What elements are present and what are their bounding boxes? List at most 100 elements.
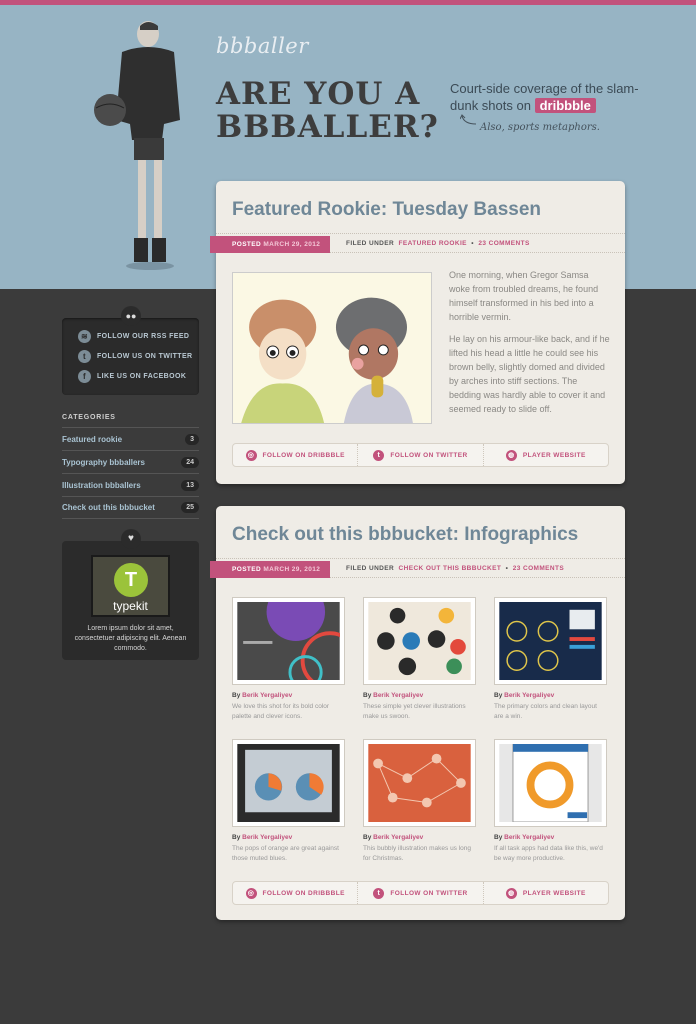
curved-arrow-icon [460,114,477,125]
shot-image [368,602,471,680]
shot-author[interactable]: Berik Yergaliyev [242,834,292,841]
shot-author[interactable]: Berik Yergaliyev [373,834,423,841]
twitter-label: FOLLOW US ON TWITTER [97,353,193,360]
category-label: Featured rookie [62,434,123,444]
twitter-link[interactable]: t FOLLOW US ON TWITTER [78,350,193,363]
shot-image [237,744,340,822]
filed-label: FILED UNDER [346,565,395,572]
globe-icon: ◍ [505,449,517,461]
dribbble-icon: ◎ [245,887,257,899]
post-filing: FILED UNDER CHECK OUT THIS BBBUCKET • 23… [346,565,565,572]
follow-twitter-button[interactable]: t FOLLOW ON TWITTER [358,882,484,904]
shot-image [499,602,602,680]
category-label: Typography bbballers [62,457,145,467]
aside-note: Also, sports metaphors. [480,122,600,133]
category-item[interactable]: Check out this bbbucket 25 [62,496,199,519]
category-label: Illustration bbballers [62,480,141,490]
by-label: By [494,692,503,699]
post-title[interactable]: Featured Rookie: Tuesday Bassen [232,199,541,221]
typekit-brand: typekit [113,599,148,613]
heart-icon: ♥ [121,529,141,549]
shot-byline: By Berik Yergaliyev [363,692,423,699]
comments-link[interactable]: 23 COMMENTS [478,240,529,247]
facebook-icon: f [78,370,91,383]
rss-icon: ≋ [78,330,91,343]
by-label: By [232,692,241,699]
post-card-featured: Featured Rookie: Tuesday Bassen POSTED M… [210,181,625,484]
site-logo[interactable]: bbballer [216,34,309,58]
post-date: MARCH 29, 2012 [263,566,321,573]
posted-label: POSTED [232,241,262,248]
shot-image [368,744,471,822]
player-website-label: PLAYER WEBSITE [522,889,586,897]
shot-thumbnail[interactable] [363,739,476,827]
globe-icon: ◍ [505,887,517,899]
follow-dribbble-label: FOLLOW ON DRIBBBLE [262,889,345,897]
category-item[interactable]: Featured rookie 3 [62,427,199,450]
twitter-bird-icon: t [373,449,385,461]
shot-thumbnail[interactable] [232,739,345,827]
category-item[interactable]: Illustration bbballers 13 [62,473,199,496]
shot-description: The primary colors and clean layout are … [494,703,597,720]
post-category-link[interactable]: FEATURED ROOKIE [399,240,467,247]
shot-byline: By Berik Yergaliyev [494,834,554,841]
comments-link[interactable]: 23 COMMENTS [513,565,564,572]
shot-author[interactable]: Berik Yergaliyev [504,834,554,841]
dribbble-icon: ◎ [245,449,257,461]
typekit-ad[interactable]: T typekit [91,555,170,617]
twitter-icon: t [78,350,91,363]
headline-line-1: ARE YOU A [216,76,421,112]
player-illustration [94,21,180,270]
shot-image [237,582,360,690]
category-item[interactable]: Typography bbballers 24 [62,450,199,473]
shot-description: The pops of orange are great against tho… [232,845,339,862]
dribbble-badge[interactable]: dribbble [534,98,596,113]
shot-byline: By Berik Yergaliyev [232,834,292,841]
shot-author[interactable]: Berik Yergaliyev [504,692,554,699]
posted-label: POSTED [232,566,262,573]
chat-bubble-icon: ●● [121,306,141,326]
category-label: Check out this bbbucket [62,503,155,512]
rss-link[interactable]: ≋ FOLLOW OUR RSS FEED [78,330,189,343]
social-box: ≋ FOLLOW OUR RSS FEED t FOLLOW US ON TWI… [62,318,199,395]
by-label: By [363,692,372,699]
headline: ARE YOU A BBBALLER? [216,78,439,144]
shot-byline: By Berik Yergaliyev [232,692,292,699]
player-website-button[interactable]: ◍ PLAYER WEBSITE [484,882,608,904]
shot-description: If all task apps had data like this, we'… [494,845,603,862]
post-filing: FILED UNDER FEATURED ROOKIE • 23 COMMENT… [346,240,530,247]
follow-dribbble-button[interactable]: ◎ FOLLOW ON DRIBBBLE [233,882,359,904]
shot-author[interactable]: Berik Yergaliyev [373,692,423,699]
category-count: 24 [181,456,199,468]
filed-label: FILED UNDER [346,240,395,247]
categories-list: Featured rookie 3 Typography bbballers 2… [62,427,199,519]
shot-description: This bubbly illustration makes us long f… [363,845,472,862]
by-label: By [232,834,241,841]
follow-dribbble-button[interactable]: ◎ FOLLOW ON DRIBBBLE [233,444,359,466]
post-category-link[interactable]: CHECK OUT THIS BBBUCKET [399,565,502,572]
post-title[interactable]: Check out this bbbucket: Infographics [232,524,578,546]
shot-description: We love this shot for its bold color pal… [232,703,330,720]
post-meta: POSTED MARCH 29, 2012 FILED UNDER CHECK … [210,558,625,578]
featured-illustration[interactable] [232,272,432,424]
shot-thumbnail[interactable] [494,739,607,827]
player-website-button[interactable]: ◍ PLAYER WEBSITE [484,444,608,466]
shot-description: These simple yet clever illustrations ma… [363,703,466,720]
typekit-logo-icon: T [114,563,148,597]
follow-twitter-button[interactable]: t FOLLOW ON TWITTER [358,444,484,466]
shot-thumbnail[interactable] [232,582,360,690]
ad-text: Lorem ipsum dolor sit amet, consectetuer… [74,625,187,652]
facebook-label: LIKE US ON FACEBOOK [97,373,187,380]
by-label: By [363,834,372,841]
posted-ribbon: POSTED MARCH 29, 2012 [210,561,331,578]
post-card-bucket: Check out this bbbucket: Infographics PO… [210,506,625,920]
headline-line-2: BBBALLER? [216,109,439,145]
shot-thumbnail[interactable] [363,597,476,685]
shot-author[interactable]: Berik Yergaliyev [242,692,292,699]
rss-label: FOLLOW OUR RSS FEED [97,333,190,340]
category-count: 3 [185,433,199,445]
post-meta: POSTED MARCH 29, 2012 FILED UNDER FEATUR… [210,233,625,253]
shot-thumbnail[interactable] [494,597,607,685]
post-paragraph: One morning, when Gregor Samsa woke from… [449,270,599,322]
facebook-link[interactable]: f LIKE US ON FACEBOOK [78,370,186,383]
